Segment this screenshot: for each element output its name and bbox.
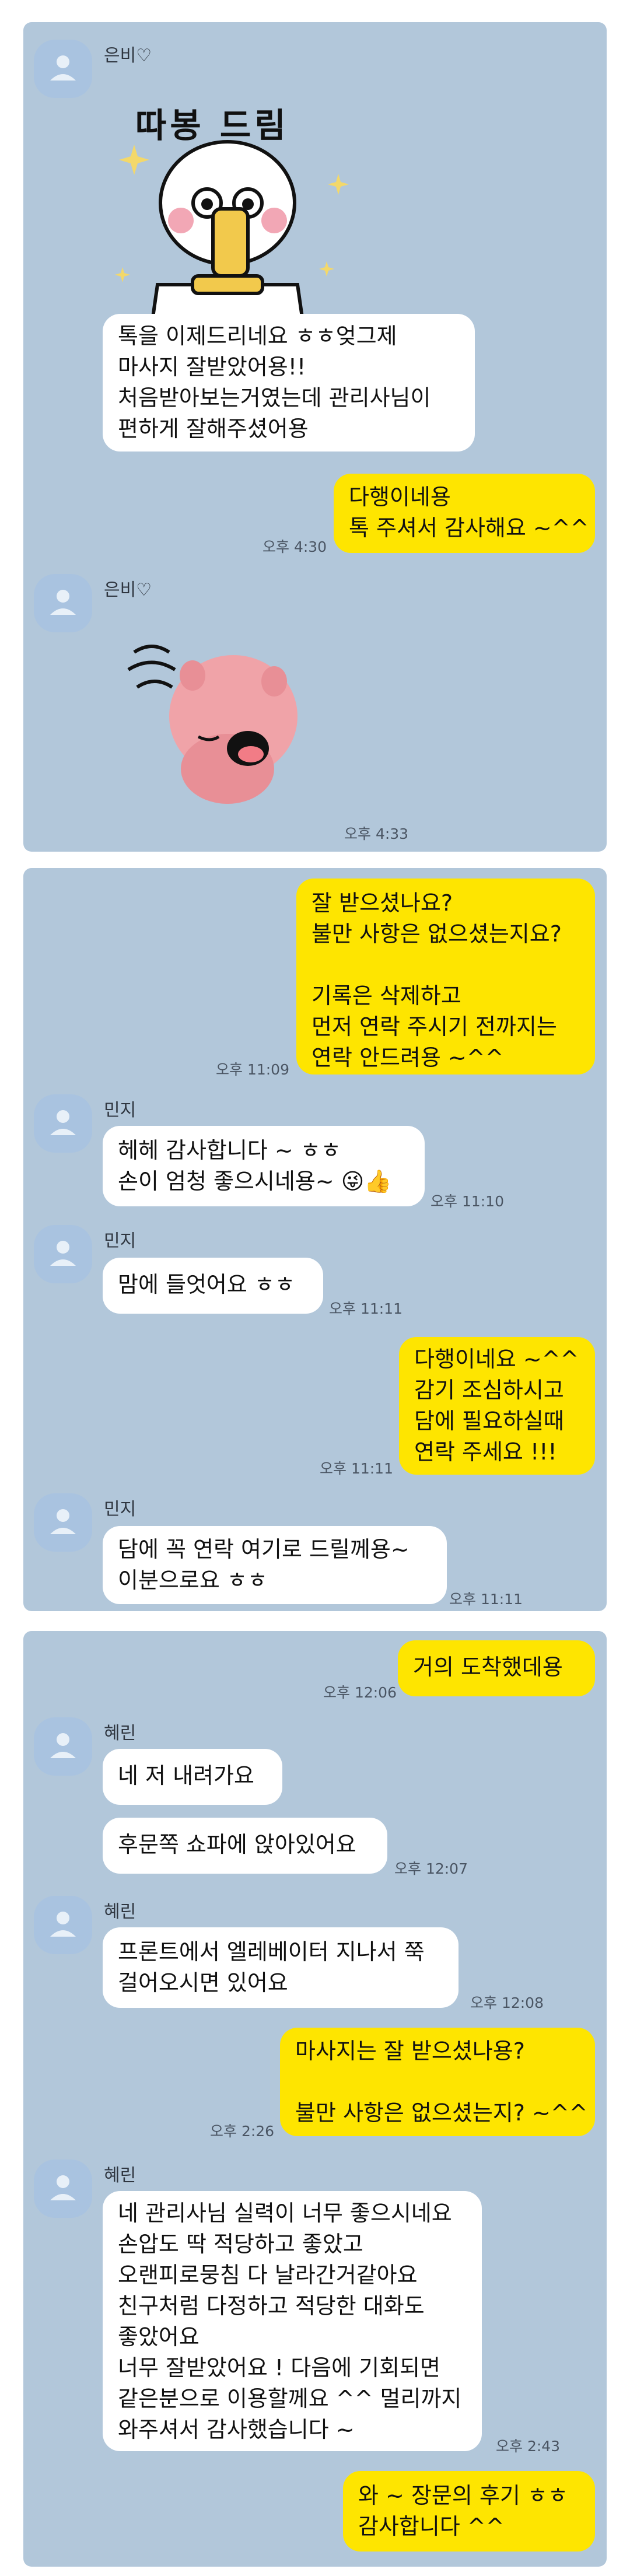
message-time: 오후 11:09 <box>216 1061 289 1078</box>
message-bubble-incoming[interactable]: 네 저 내려가요 <box>103 1749 282 1805</box>
sender-name: 혜린 <box>104 1723 136 1744</box>
sender-name: 은비♡ <box>104 580 152 600</box>
sender-name: 민지 <box>104 1100 136 1121</box>
sticker-sad-creature <box>111 629 321 816</box>
message-time: 오후 12:07 <box>394 1860 468 1877</box>
message-bubble-incoming[interactable]: 톡을 이제드리네요 ㅎㅎ엊그제 마사지 잘받았어용!! 처음받아보는거였는데 관… <box>103 314 475 452</box>
message-bubble-incoming[interactable]: 네 관리사님 실력이 너무 좋으시네요 손압도 딱 적당하고 좋았고 오랜피로뭉… <box>103 2191 482 2451</box>
message-bubble-incoming[interactable]: 후문쪽 쇼파에 앉아있어요 <box>103 1818 387 1874</box>
profile-icon <box>50 1912 76 1937</box>
message-bubble-incoming[interactable]: 담에 꼭 연락 여기로 드릴께용~ 이분으로요 ㅎㅎ <box>103 1526 447 1604</box>
message-bubble-incoming[interactable]: 맘에 들엇어요 ㅎㅎ <box>103 1258 323 1314</box>
sender-name: 민지 <box>104 1231 136 1251</box>
message-bubble-incoming[interactable]: 헤헤 감사합니다 ~ ㅎㅎ 손이 엄청 좋으시네용~ 😜👍 <box>103 1126 425 1206</box>
thumbs-up-character-icon <box>115 140 349 327</box>
profile-icon <box>50 590 76 615</box>
avatar[interactable] <box>34 1896 92 1954</box>
profile-icon <box>50 1241 76 1266</box>
profile-icon <box>50 55 76 80</box>
message-time: 오후 2:43 <box>496 2438 561 2455</box>
profile-icon <box>50 1733 76 1758</box>
message-time: 오후 11:11 <box>329 1300 402 1317</box>
sender-name: 혜린 <box>104 1902 136 1922</box>
message-bubble-incoming[interactable]: 프론트에서 엘레베이터 지나서 쭉 걸어오시면 있어요 <box>103 1927 459 2008</box>
avatar[interactable] <box>34 2160 92 2218</box>
profile-icon <box>50 1110 76 1135</box>
message-bubble-outgoing[interactable]: 거의 도착했데용 <box>398 1640 595 1696</box>
chat-panel-2: 잘 받으셨나요? 불만 사항은 없으셨는지요? 기록은 삭제하고 먼저 연락 주… <box>23 868 607 1611</box>
avatar[interactable] <box>34 40 92 98</box>
sender-name: 혜린 <box>104 2165 136 2186</box>
message-time: 오후 12:08 <box>470 1994 544 2011</box>
message-time: 오후 4:30 <box>262 538 327 555</box>
sticker-thumbs-up: 따봉 드림 <box>111 75 356 327</box>
sender-name: 민지 <box>104 1499 136 1520</box>
message-time: 오후 11:10 <box>430 1193 504 1210</box>
message-time: 오후 11:11 <box>449 1591 523 1608</box>
message-time: 오후 11:11 <box>320 1460 393 1477</box>
profile-icon <box>50 1509 76 1534</box>
chat-panel-3: 거의 도착했데용 오후 12:06 혜린 네 저 내려가요 후문쪽 쇼파에 앉아… <box>23 1631 607 2567</box>
profile-icon <box>50 2175 76 2200</box>
message-bubble-outgoing[interactable]: 마사지는 잘 받으셨나용? 불만 사항은 없으셨는지? ~^^ <box>280 2028 595 2136</box>
message-time: 오후 4:33 <box>344 825 409 842</box>
message-bubble-outgoing[interactable]: 다행이네요 ~^^ 감기 조심하시고 담에 필요하실때 연락 주세요 !!! <box>399 1337 595 1475</box>
sad-pink-creature-icon <box>127 645 298 804</box>
sender-name: 은비♡ <box>104 46 152 66</box>
message-bubble-outgoing[interactable]: 와 ~ 장문의 후기 ㅎㅎ 감사합니다 ^^ <box>343 2471 595 2552</box>
avatar[interactable] <box>34 1225 92 1283</box>
chat-panel-1: 은비♡ 따봉 드림 톡을 이제드리네요 ㅎㅎ엊그제 마사지 잘받았어용!! 처음… <box>23 22 607 852</box>
message-time: 오후 2:26 <box>210 2123 275 2140</box>
avatar[interactable] <box>34 574 92 632</box>
message-bubble-outgoing[interactable]: 잘 받으셨나요? 불만 사항은 없으셨는지요? 기록은 삭제하고 먼저 연락 주… <box>296 878 595 1074</box>
message-time: 오후 12:06 <box>323 1684 397 1701</box>
avatar[interactable] <box>34 1493 92 1552</box>
avatar[interactable] <box>34 1717 92 1776</box>
avatar[interactable] <box>34 1094 92 1153</box>
message-bubble-outgoing[interactable]: 다행이네용 톡 주셔서 감사해요 ~^^ <box>334 474 595 553</box>
